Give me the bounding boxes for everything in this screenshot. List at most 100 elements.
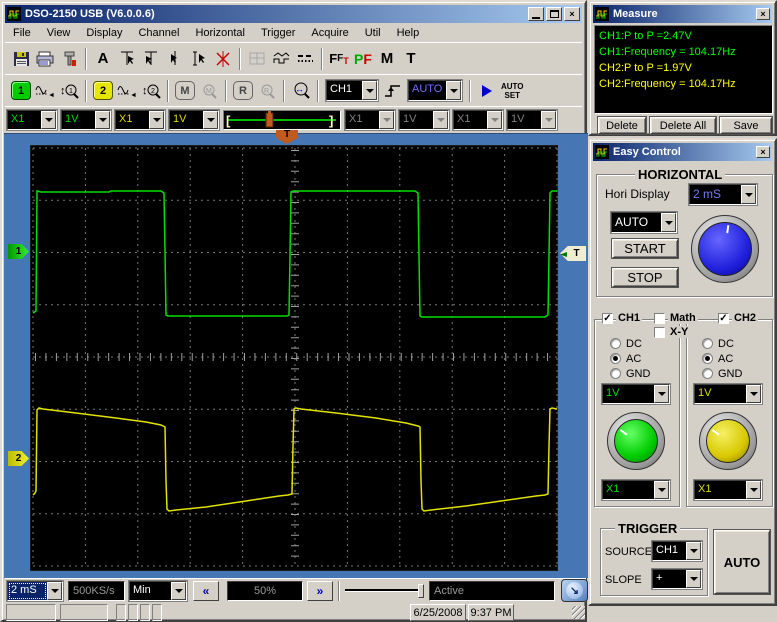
pass-fail-button[interactable]: PF [351,47,375,71]
ref-enable-button[interactable]: R [233,81,253,100]
slope-rising-icon[interactable] [381,79,405,103]
position-slider[interactable] [345,581,425,601]
ch1-dc-radio[interactable] [610,338,621,349]
ch1-gnd-radio[interactable] [610,368,621,379]
ch2-enable-button[interactable]: 2 [93,81,113,100]
timebase-combo[interactable]: 2 mS [7,581,63,601]
trigger-slope-combo[interactable]: + [652,569,702,589]
math-enable-button[interactable]: M [175,81,195,100]
menu-acquire[interactable]: Acquire [303,25,356,41]
status-display: Active [429,581,555,601]
measure-delete-button[interactable]: Delete [598,117,646,134]
menu-help[interactable]: Help [389,25,428,41]
dropdown-arrow-icon [661,213,676,232]
cursor-ibeam-button[interactable] [187,47,211,71]
easy-control-close-button[interactable]: × [756,146,770,158]
separator [167,80,169,102]
waveform-style-button[interactable] [269,47,293,71]
measure-save-button[interactable]: Save [720,117,772,134]
slider-handle[interactable] [418,584,424,598]
title-bar[interactable]: DSO-2150 USB (V6.0.0.6) × [5,5,582,23]
autoset-button[interactable]: AUTO SET [501,82,524,100]
measure-tool-button[interactable]: M [375,47,399,71]
resize-grip[interactable] [572,606,585,619]
stop-button[interactable]: STOP [612,268,678,287]
ch1-volts-combo[interactable]: 1V [61,110,111,130]
ch2-volts-combo[interactable]: 1V [169,110,219,130]
panel-toggle-button[interactable]: ↘ [561,579,588,602]
measure-close-button[interactable]: × [756,8,770,20]
ch1-probe-combo[interactable]: X1 [7,110,57,130]
menu-trigger[interactable]: Trigger [253,25,303,41]
ch2-marker[interactable]: 2 [8,451,29,466]
hori-timebase-combo[interactable]: 2 mS [689,184,757,205]
ch1-waveform-icon[interactable]: ◄1 [33,79,57,103]
ch2-dc-radio[interactable] [702,338,713,349]
close-button[interactable]: × [564,7,580,21]
run-button[interactable] [475,79,499,103]
start-button[interactable]: START [612,239,678,258]
measure-title-bar[interactable]: Measure × [593,5,772,23]
ch1-gnd-label: GND [626,368,650,380]
menu-util[interactable]: Util [357,25,389,41]
grid-toggle-icon[interactable] [245,47,269,71]
cursor-horizontal-button[interactable] [115,47,139,71]
trigger-position-marker[interactable]: T [276,130,298,144]
print-button[interactable] [33,47,57,71]
trigger-position-slider[interactable]: [ ] [223,110,341,130]
menu-file[interactable]: File [5,25,39,41]
ch2-probe-panel-combo[interactable]: X1 [694,480,762,500]
fft-button[interactable]: FFT [327,47,351,71]
ch2-position-knob[interactable] [699,412,757,470]
measure-delete-all-button[interactable]: Delete All [650,117,716,134]
hzoom-button[interactable]: ↔ [289,79,313,103]
ch2-volts-panel-combo[interactable]: 1V [694,384,762,404]
delete-cursor-button[interactable] [211,47,235,71]
ch1-enable-button[interactable]: 1 [11,81,31,100]
menu-display[interactable]: Display [78,25,130,41]
ch2-probe-combo[interactable]: X1 [115,110,165,130]
cursor-arrow-button[interactable] [163,47,187,71]
minimize-button[interactable] [528,7,544,21]
ch2-ac-radio[interactable] [702,353,713,364]
trigger-source-combo[interactable]: CH1 [326,80,378,101]
xy-checkbox[interactable] [654,327,665,338]
ch1-ac-radio[interactable] [610,353,621,364]
cursor-vertical-button[interactable] [139,47,163,71]
ch2-vzoom-button[interactable]: ↕2 [139,79,163,103]
math-vzoom-button[interactable]: M [197,79,221,103]
scroll-left-button[interactable]: « [193,581,219,601]
ch1-checkbox[interactable]: ✓ [602,313,613,324]
scroll-right-button[interactable]: » [307,581,333,601]
ch1-position-knob[interactable] [607,412,665,470]
hori-mode-value: AUTO [612,213,661,232]
math-checkbox[interactable] [654,313,665,324]
menu-view[interactable]: View [39,25,79,41]
ch2-waveform-icon[interactable]: ◄2 [115,79,139,103]
acquisition-combo[interactable]: Min [129,581,187,601]
separator [338,581,340,601]
dropdown-arrow-icon [95,111,110,129]
trigger-source-panel-combo[interactable]: CH1 [652,541,702,561]
ch2-gnd-radio[interactable] [702,368,713,379]
ch1-vzoom-button[interactable]: ↕1 [57,79,81,103]
easy-control-title-bar[interactable]: Easy Control × [593,143,772,161]
trigger-mode-combo[interactable]: AUTO [408,80,462,101]
ch1-probe-panel-combo[interactable]: X1 [602,480,670,500]
setup-button[interactable] [57,47,81,71]
time-tool-button[interactable]: T [399,47,423,71]
ref-vzoom-button[interactable]: R [255,79,279,103]
maximize-button[interactable] [546,7,562,21]
save-button[interactable] [9,47,33,71]
dotted-line-button[interactable] [293,47,317,71]
ch2-checkbox[interactable]: ✓ [718,313,729,324]
horizontal-knob[interactable] [691,215,759,283]
ch1-volts-panel-combo[interactable]: 1V [602,384,670,404]
menu-horizontal[interactable]: Horizontal [187,25,253,41]
ch1-marker[interactable]: 1 [8,244,29,259]
text-annotation-button[interactable]: A [91,47,115,71]
curved-arrow-icon: ↘ [566,582,583,599]
trigger-auto-button[interactable]: AUTO [714,530,770,594]
hori-mode-combo[interactable]: AUTO [611,212,677,233]
menu-channel[interactable]: Channel [130,25,187,41]
